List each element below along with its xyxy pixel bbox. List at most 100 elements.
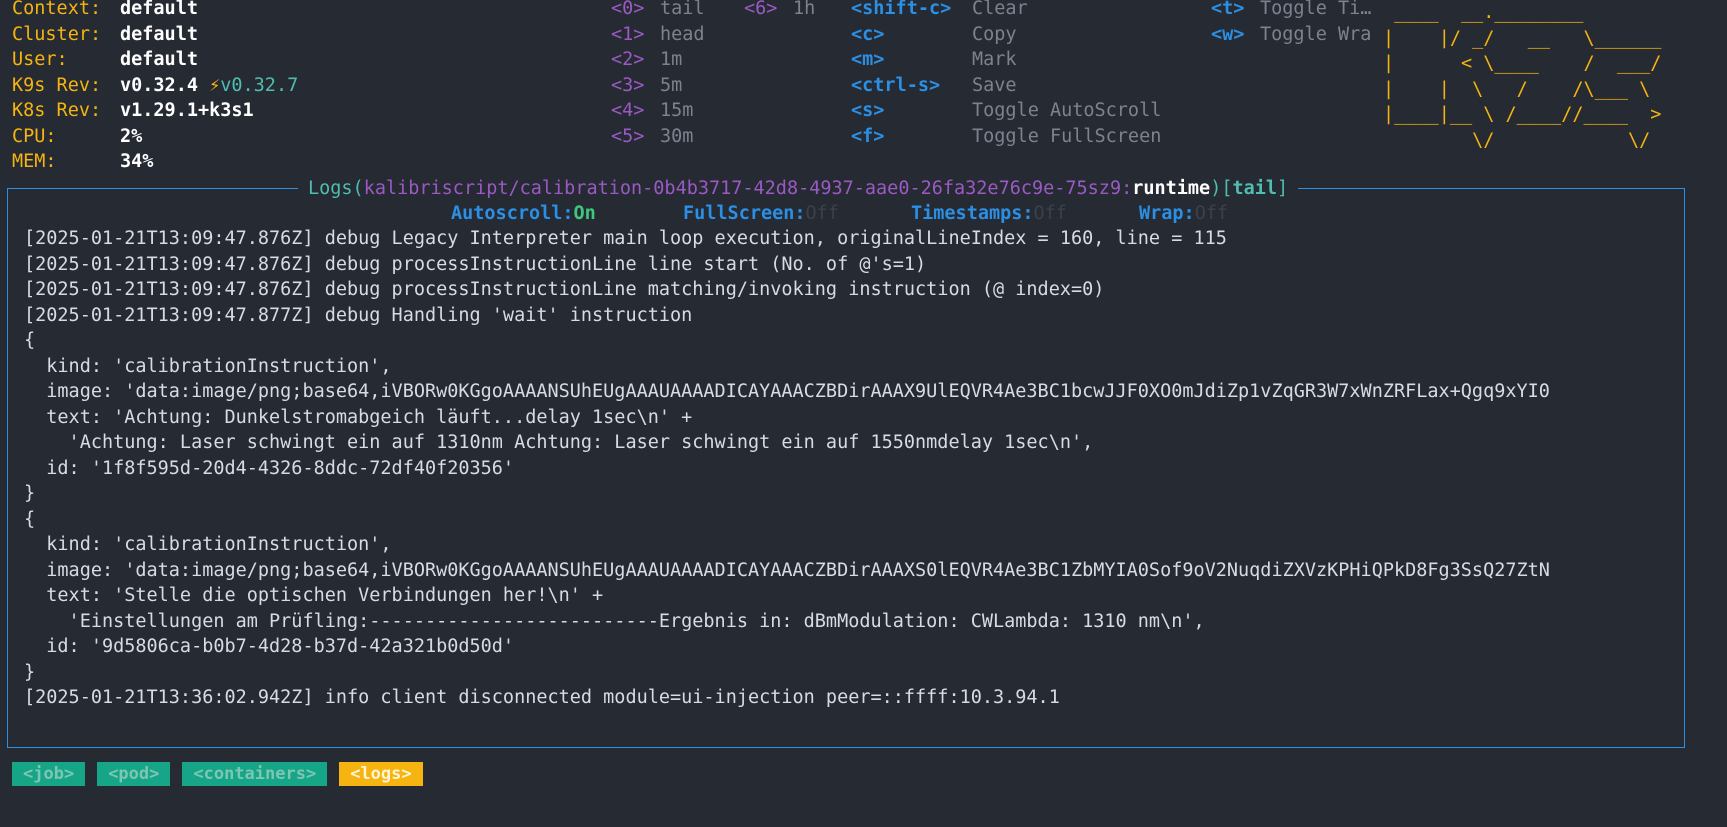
- key-hint[interactable]: <t> Toggle Ti…: [1211, 0, 1371, 21]
- key-hint[interactable]: <ctrl-s> Save: [851, 73, 1017, 98]
- hint-desc: Clear: [972, 0, 1028, 19]
- hint-desc: Save: [972, 74, 1017, 96]
- pod-path: kalibriscript/calibration-0b4b3717-42d8-…: [363, 178, 1133, 199]
- info-key: MEM:: [12, 151, 57, 172]
- log-line[interactable]: 'Achtung: Laser schwingt ein auf 1310nm …: [24, 430, 1669, 456]
- log-line[interactable]: kind: 'calibrationInstruction',: [24, 532, 1669, 558]
- info-key: K9s Rev:: [12, 74, 102, 96]
- upgrade-version: v0.32.7: [220, 74, 299, 96]
- log-line[interactable]: id: '1f8f595d-20d4-4326-8ddc-72df40f2035…: [24, 456, 1669, 482]
- log-line[interactable]: {: [24, 328, 1669, 354]
- fullscreen-status: FullScreen:Off: [683, 201, 839, 226]
- log-line[interactable]: [2025-01-21T13:09:47.876Z] debug process…: [24, 277, 1669, 303]
- info-key: Context:: [12, 0, 102, 19]
- log-line[interactable]: text: 'Stelle die optischen Verbindungen…: [24, 583, 1669, 609]
- breadcrumb-containers[interactable]: <containers>: [182, 762, 328, 786]
- fullscreen-value: Off: [805, 203, 839, 224]
- breadcrumb-pod[interactable]: <pod>: [97, 762, 171, 786]
- log-line[interactable]: [2025-01-21T13:09:47.876Z] debug process…: [24, 252, 1669, 278]
- log-line[interactable]: image: 'data:image/png;base64,iVBORw0KGg…: [24, 379, 1669, 405]
- title-suffix: ]: [1277, 178, 1289, 199]
- hint-key: <s>: [851, 100, 885, 121]
- k9s-logo: ____ __.________ | |/ _/ __ \______ | < \…: [1383, 0, 1661, 153]
- key-hint[interactable]: <w> Toggle Wra: [1211, 22, 1371, 47]
- log-line[interactable]: }: [24, 660, 1669, 686]
- logo-line: | | \ / /\___ \: [1383, 78, 1662, 100]
- key-hint[interactable]: <m> Mark: [851, 47, 1017, 72]
- log-line[interactable]: kind: 'calibrationInstruction',: [24, 354, 1669, 380]
- hint-desc: 30m: [660, 125, 694, 147]
- hint-desc: Toggle Ti…: [1260, 0, 1372, 19]
- key-hint[interactable]: <3> 5m: [611, 73, 682, 98]
- log-line[interactable]: {: [24, 507, 1669, 533]
- info-value: 34%: [120, 151, 154, 172]
- log-line[interactable]: [2025-01-21T13:36:02.942Z] info client d…: [24, 685, 1669, 711]
- log-line[interactable]: }: [24, 481, 1669, 507]
- info-value: default: [120, 0, 198, 19]
- hint-key: <6>: [744, 0, 778, 19]
- hint-desc: Toggle AutoScroll: [972, 100, 1162, 121]
- hint-desc: Toggle Wra: [1260, 23, 1372, 45]
- logo-line: | |/ _/ __ \______: [1383, 27, 1662, 49]
- logo-line: \/ \/: [1383, 129, 1662, 151]
- key-hint[interactable]: <2> 1m: [611, 47, 682, 72]
- hint-key: <0>: [611, 0, 645, 19]
- info-value: default: [120, 23, 198, 45]
- info-value: v1.29.1+k3s1: [120, 100, 254, 121]
- info-row: K8s Rev: v1.29.1+k3s1: [12, 98, 254, 123]
- key-hint[interactable]: <0> tail: [611, 0, 705, 21]
- hint-desc: 1h: [793, 0, 816, 19]
- hint-desc: head: [660, 23, 705, 45]
- key-hint[interactable]: <6> 1h: [744, 0, 815, 21]
- hint-desc: 1m: [660, 49, 683, 70]
- key-hint[interactable]: <shift-c> Clear: [851, 0, 1028, 21]
- autoscroll-status: Autoscroll:On: [451, 201, 596, 226]
- title-mid: )[: [1210, 178, 1233, 199]
- hint-desc: Toggle FullScreen: [972, 125, 1162, 147]
- breadcrumb-logs[interactable]: <logs>: [339, 762, 423, 786]
- hint-key: <shift-c>: [851, 0, 952, 19]
- hint-key: <ctrl-s>: [851, 74, 941, 96]
- key-hint[interactable]: <4> 15m: [611, 98, 693, 123]
- key-hint[interactable]: <c> Copy: [851, 22, 1017, 47]
- breadcrumb-job[interactable]: <job>: [12, 762, 86, 786]
- timestamps-label: Timestamps:: [911, 203, 1034, 224]
- hint-key: <c>: [851, 23, 885, 45]
- log-line[interactable]: [2025-01-21T13:09:47.876Z] debug Legacy …: [24, 226, 1669, 252]
- hint-key: <t>: [1211, 0, 1245, 19]
- hint-key: <3>: [611, 74, 645, 96]
- logo-line: |____|__ \ /____//____ >: [1383, 104, 1662, 125]
- log-line[interactable]: image: 'data:image/png;base64,iVBORw0KGg…: [24, 558, 1669, 584]
- hint-key: <2>: [611, 49, 645, 70]
- breadcrumb: <job> <pod> <containers> <logs>: [12, 762, 435, 788]
- hint-key: <5>: [611, 125, 645, 147]
- key-hint[interactable]: <5> 30m: [611, 124, 693, 149]
- info-value: v0.32.4: [120, 74, 198, 96]
- logo-line: | < \____ / ___/: [1383, 53, 1662, 74]
- hint-desc: Mark: [972, 49, 1017, 70]
- info-key: K8s Rev:: [12, 100, 102, 121]
- hint-desc: 15m: [660, 100, 694, 121]
- autoscroll-label: Autoscroll:: [451, 203, 574, 224]
- log-line[interactable]: text: 'Achtung: Dunkelstromabgeich läuft…: [24, 405, 1669, 431]
- key-hint[interactable]: <s> Toggle AutoScroll: [851, 98, 1161, 123]
- key-hint[interactable]: <1> head: [611, 22, 705, 47]
- log-line[interactable]: [2025-01-21T13:09:47.877Z] debug Handlin…: [24, 303, 1669, 329]
- info-row: K9s Rev: v0.32.4 ⚡v0.32.7: [12, 73, 298, 98]
- key-hint[interactable]: <f> Toggle FullScreen: [851, 124, 1161, 149]
- log-line[interactable]: id: '9d5806ca-b0b7-4d28-b37d-42a321b0d50…: [24, 634, 1669, 660]
- log-line[interactable]: 'Einstellungen am Prüfling:-------------…: [24, 609, 1669, 635]
- log-content[interactable]: [2025-01-21T13:09:47.876Z] debug Legacy …: [24, 226, 1669, 711]
- log-mode: tail: [1232, 178, 1278, 199]
- logo-line: ____ __.________: [1383, 2, 1662, 23]
- upgrade-bolt-icon: ⚡: [209, 74, 221, 96]
- wrap-status: Wrap:Off: [1139, 201, 1228, 226]
- hint-key: <w>: [1211, 23, 1245, 45]
- wrap-label: Wrap:: [1139, 203, 1195, 224]
- info-row: Context: default: [12, 0, 198, 21]
- timestamps-status: Timestamps:Off: [911, 201, 1067, 226]
- container-name: runtime: [1132, 178, 1211, 199]
- hint-desc: 5m: [660, 74, 683, 96]
- wrap-value: Off: [1194, 203, 1229, 224]
- hint-key: <f>: [851, 125, 885, 147]
